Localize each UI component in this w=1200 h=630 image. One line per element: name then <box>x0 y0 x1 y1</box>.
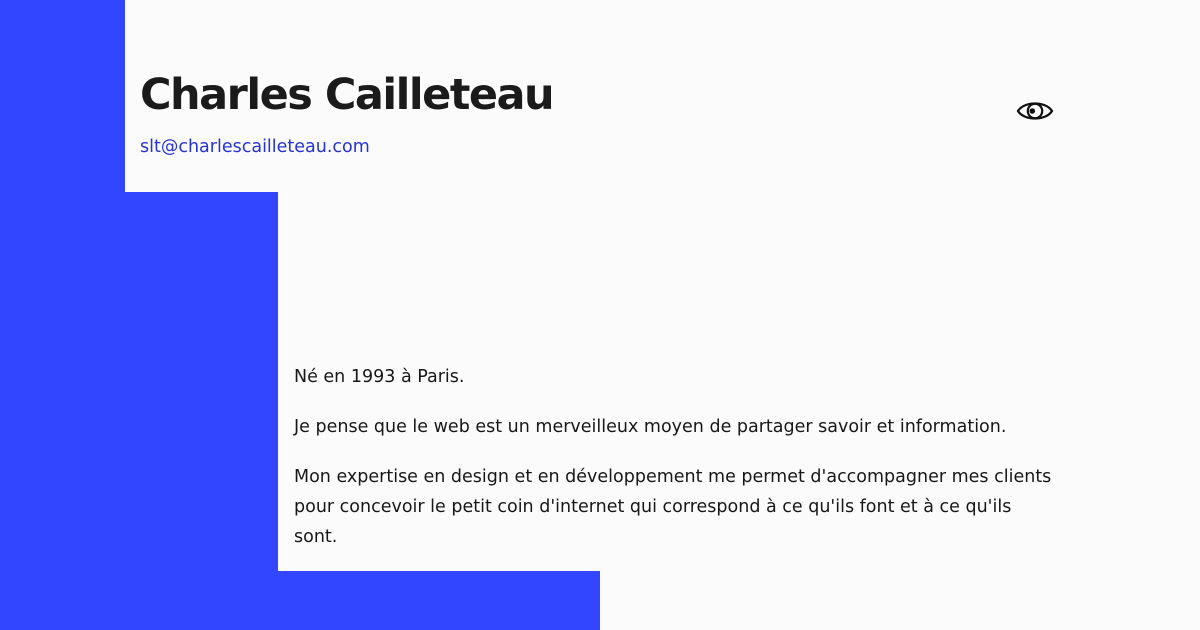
bio-paragraph-birth: Né en 1993 à Paris. <box>294 367 465 387</box>
bio-paragraph-web: Je pense que le web est un merveilleux m… <box>294 417 1007 437</box>
bio-section: Né en 1993 à Paris. Je pense que le web … <box>294 362 1054 552</box>
profile-name: Charles Cailleteau <box>140 70 555 120</box>
eye-button[interactable] <box>1014 96 1056 126</box>
email-link[interactable]: slt@charlescailleteau.com <box>140 136 370 158</box>
bio-paragraph-expertise: Mon expertise en design et en développem… <box>294 467 1052 547</box>
eye-icon <box>1016 102 1054 120</box>
